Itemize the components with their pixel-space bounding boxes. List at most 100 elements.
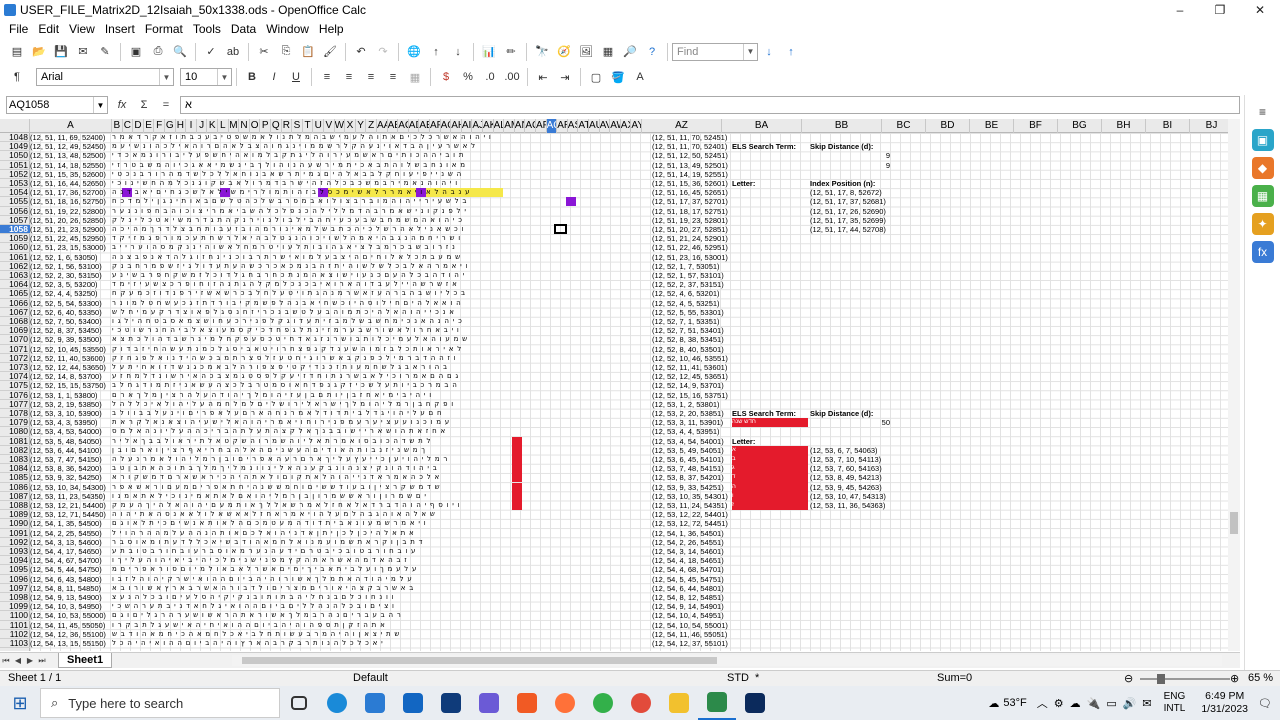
cell-a[interactable]: (12, 53, 4, 3, 53950): [30, 418, 112, 427]
cell-a[interactable]: (12, 52, 10, 45, 53550): [30, 345, 112, 354]
cell-az[interactable]: (12, 54, 5, 45, 54751): [652, 575, 732, 584]
hebrew-letter-row[interactable]: בכליושבהברהעזאשרמנהגתויטעלחלבכרשאשזירפנד…: [112, 289, 652, 298]
column-header-i[interactable]: I: [186, 119, 197, 133]
styles-icon[interactable]: ◆: [1251, 157, 1274, 179]
cell-az[interactable]: (12, 51, 11, 70, 52401): [652, 142, 732, 151]
navigator-icon[interactable]: ✦: [1251, 213, 1274, 235]
column-header-be[interactable]: BE: [970, 119, 1014, 133]
column-header-m[interactable]: M: [229, 119, 240, 133]
cell-a[interactable]: (12, 52, 14, 8, 53700): [30, 372, 112, 381]
horizontal-scroll-thumb[interactable]: [242, 657, 717, 664]
save-icon[interactable]: 💾: [52, 43, 70, 61]
font-size-box[interactable]: 10 ▼: [180, 68, 232, 86]
column-header-p[interactable]: P: [260, 119, 271, 133]
store-icon[interactable]: [356, 686, 394, 720]
hebrew-letter-row[interactable]: ויאמרשמעונאביתדודהמעטמכםהלאותאנשיםכיתלאו…: [112, 519, 652, 528]
cell-a[interactable]: (12, 54, 10, 3, 54950): [30, 602, 112, 611]
hebrew-letter-row[interactable]: אזשרשהיילעבדוהארואיבכנכלמקלהגתנהזוחופרכצ…: [112, 280, 652, 289]
hebrew-letter-row[interactable]: גםהםאמרוכילאבשרנתוחדזיעקלפסטגמצבכהאירשונ…: [112, 372, 652, 381]
maximize-button[interactable]: ❐: [1200, 0, 1240, 20]
app-icon[interactable]: [736, 686, 774, 720]
hebrew-letter-row[interactable]: אלכהאמראדנייהוהלאתקוםולאתהיהכיראשארםדמשק…: [112, 473, 652, 482]
index-position-value[interactable]: (12, 53, 9, 45, 54263): [810, 483, 882, 492]
cell-az[interactable]: (12, 52, 4, 5, 53251): [652, 299, 732, 308]
column-header-bb[interactable]: BB: [802, 119, 882, 133]
find-previous-icon[interactable]: ↑: [782, 43, 800, 61]
cell-az[interactable]: (12, 53, 6, 45, 54101): [652, 455, 732, 464]
app-icon[interactable]: [470, 686, 508, 720]
index-position-value[interactable]: (12, 53, 10, 47, 54313): [810, 492, 886, 501]
horizontal-scrollbar[interactable]: [232, 655, 1222, 666]
chevron-down-icon[interactable]: ▼: [217, 69, 231, 85]
column-header-ah[interactable]: AH: [451, 119, 462, 133]
chevron-down-icon[interactable]: ▼: [159, 69, 173, 85]
navigator-icon[interactable]: 🧭: [555, 43, 573, 61]
weather-temp[interactable]: 53°F: [1003, 697, 1026, 709]
cell-a[interactable]: (12, 54, 8, 11, 54850): [30, 584, 112, 593]
cell-az[interactable]: (12, 53, 4, 54, 54001): [652, 437, 732, 446]
sheet-tab[interactable]: Sheet1: [58, 653, 113, 668]
cell-az[interactable]: (12, 52, 10, 46, 53551): [652, 354, 732, 363]
cell-az[interactable]: (12, 51, 22, 46, 52951): [652, 243, 732, 252]
els-letter-cell[interactable]: ג: [732, 464, 808, 474]
cell-az[interactable]: (12, 52, 2, 37, 53151): [652, 280, 732, 289]
hebrew-letter-row[interactable]: כיהנהאנכימחשבשלמבזיתעדוגקלפנירכעחושצמאסב…: [112, 317, 652, 326]
cell-a[interactable]: (12, 54, 2, 25, 54550): [30, 529, 112, 538]
cell-az[interactable]: (12, 53, 9, 33, 54251): [652, 483, 732, 492]
sum-icon[interactable]: Σ: [136, 99, 152, 111]
cell-az[interactable]: (12, 52, 5, 55, 53301): [652, 308, 732, 317]
cell-az[interactable]: (12, 52, 12, 45, 53651): [652, 372, 732, 381]
underline-button[interactable]: U: [287, 68, 305, 86]
letter-label[interactable]: Letter:: [732, 179, 755, 188]
hebrew-letter-row[interactable]: שתיצאןוהיהמרבעשותחלביאכלחמאהכיחמאהודבש: [112, 630, 652, 639]
hebrew-letter-row[interactable]: עמוכנועעציערעמפנירוחויאמריהוהאלישעיהוצאנ…: [112, 418, 652, 427]
zoom-level[interactable]: 65 %: [1248, 672, 1273, 684]
column-header-c[interactable]: C: [123, 119, 134, 133]
cell-a[interactable]: (12, 53, 9, 32, 54250): [30, 473, 112, 482]
cell-a[interactable]: (12, 51, 20, 26, 52850): [30, 216, 112, 225]
column-header-y[interactable]: Y: [356, 119, 367, 133]
cell-a[interactable]: (12, 53, 12, 21, 54400): [30, 501, 112, 510]
cell-az[interactable]: (12, 53, 5, 49, 54051): [652, 446, 732, 455]
cell-a[interactable]: (12, 53, 6, 44, 54100): [30, 446, 112, 455]
cell-a[interactable]: (12, 53, 3, 10, 53900): [30, 409, 112, 418]
vertical-scrollbar[interactable]: [1228, 119, 1240, 651]
hebrew-letter-row[interactable]: הבמרכביותעלשכיזקגנפדחאוסמטרבלכצהעשאניזתמ…: [112, 381, 652, 390]
paste-icon[interactable]: 📋: [299, 43, 317, 61]
els-letter-cell[interactable]: ז: [732, 501, 808, 511]
column-header-d[interactable]: D: [133, 119, 144, 133]
hebrew-letter-row[interactable]: דתבןוקראתשמועמנואלחמאהודבשיאכללדעתומאוסב…: [112, 538, 652, 547]
vertical-scroll-thumb[interactable]: [1230, 512, 1238, 534]
windows-start-icon[interactable]: ⊞: [0, 686, 40, 720]
print-icon[interactable]: ⎙: [149, 43, 167, 61]
cell-a[interactable]: (12, 53, 10, 34, 54300): [30, 483, 112, 492]
column-header-ai[interactable]: AI: [462, 119, 473, 133]
column-header-k[interactable]: K: [207, 119, 218, 133]
menu-window[interactable]: Window: [261, 22, 314, 36]
next-sheet-icon[interactable]: ▶: [24, 656, 36, 665]
menu-view[interactable]: View: [64, 22, 100, 36]
task-view-icon[interactable]: [280, 686, 318, 720]
cell-az[interactable]: (12, 52, 7, 1, 53351): [652, 317, 732, 326]
cell-az[interactable]: (12, 51, 19, 23, 52801): [652, 216, 732, 225]
cell-a[interactable]: (12, 52, 4, 4, 53250): [30, 289, 112, 298]
cell-a[interactable]: (12, 51, 18, 16, 52750): [30, 197, 112, 206]
cell-a[interactable]: (12, 52, 5, 54, 53300): [30, 299, 112, 308]
hebrew-letter-row[interactable]: נזרובשבכרמבלציאגהובותלעויטרמחלאשוהיננקמס…: [112, 243, 652, 252]
menu-file[interactable]: File: [4, 22, 33, 36]
hebrew-letter-row[interactable]: וונחוכלםבנחליהבתותובנקיקיהסלעיםובכלהנעצ: [112, 593, 652, 602]
cell-az[interactable]: (12, 54, 9, 14, 54901): [652, 602, 732, 611]
column-header-ay[interactable]: AY: [631, 119, 642, 133]
hebrew-letter-row[interactable]: ויהוהנאמירבמשכבכלהזהישרבדמרולאבשקוגנכלמה…: [112, 179, 652, 188]
cell-a[interactable]: (12, 51, 11, 69, 52400): [30, 133, 112, 142]
column-header-bf[interactable]: BF: [1014, 119, 1058, 133]
cell-a[interactable]: (12, 52, 3, 5, 53200): [30, 280, 112, 289]
column-header-ak[interactable]: AK: [483, 119, 494, 133]
cell-az[interactable]: (12, 54, 12, 37, 55101): [652, 639, 732, 648]
cell-a[interactable]: (12, 52, 6, 40, 53350): [30, 308, 112, 317]
cell-az[interactable]: (12, 54, 10, 54, 55001): [652, 621, 732, 630]
brave-icon[interactable]: [508, 686, 546, 720]
app-icon[interactable]: [432, 686, 470, 720]
merge-cells-icon[interactable]: ▦: [406, 68, 424, 86]
cell-az[interactable]: (12, 51, 16, 45, 52651): [652, 188, 732, 197]
